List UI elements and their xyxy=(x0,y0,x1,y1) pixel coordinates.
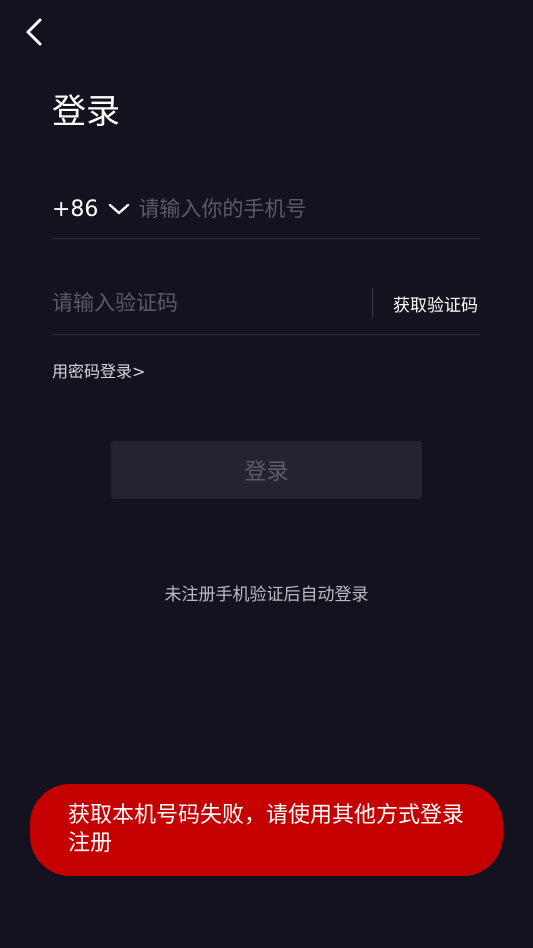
country-code-value: +86 xyxy=(52,196,99,222)
page-title: 登录 xyxy=(52,92,120,132)
verification-code-input[interactable] xyxy=(52,291,372,315)
country-code-selector[interactable]: +86 xyxy=(52,197,138,222)
error-toast: 获取本机号码失败，请使用其他方式登录注册 xyxy=(30,784,503,876)
verification-code-row: 获取验证码 xyxy=(52,272,480,335)
phone-input[interactable] xyxy=(138,197,480,221)
chevron-left-icon xyxy=(26,18,42,46)
auto-register-notice: 未注册手机验证后自动登录 xyxy=(164,585,369,605)
chevron-down-icon xyxy=(108,202,130,216)
vertical-divider xyxy=(372,288,373,318)
password-login-link[interactable]: 用密码登录> xyxy=(52,358,145,382)
back-button[interactable] xyxy=(16,12,52,52)
phone-field-row: +86 xyxy=(52,180,480,239)
login-screen: 登录 +86 获取验证码 用密码登录> 登录 未注册手机验证后自动登录 获取本机… xyxy=(0,0,533,948)
get-code-button[interactable]: 获取验证码 xyxy=(393,291,478,316)
login-button[interactable]: 登录 xyxy=(111,441,422,499)
